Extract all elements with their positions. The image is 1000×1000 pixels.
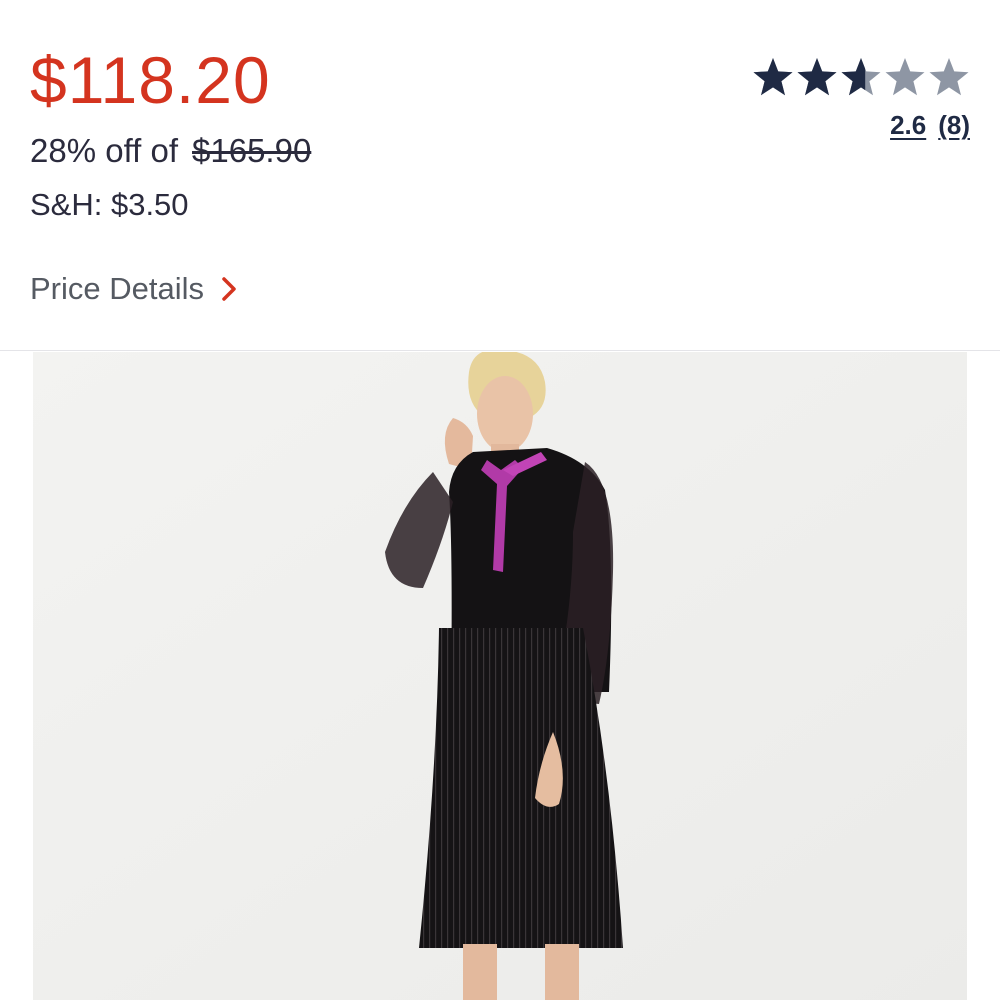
star-icon [753, 58, 793, 96]
review-count-link[interactable]: (8) [938, 110, 970, 141]
star-icon [841, 58, 881, 96]
star-rating [752, 56, 970, 98]
sale-price: $118.20 [30, 43, 271, 117]
section-divider [0, 350, 1000, 351]
chevron-right-icon [222, 277, 236, 301]
discount-line: 28% off of $165.90 [30, 128, 311, 174]
rating-value-link[interactable]: 2.6 [890, 110, 926, 141]
product-photo-illustration [33, 352, 967, 1000]
price-details-label: Price Details [30, 271, 204, 306]
original-price: $165.90 [192, 132, 312, 169]
product-image[interactable] [33, 352, 967, 1000]
star-icon [797, 58, 837, 96]
price-details-link[interactable]: Price Details [30, 266, 240, 312]
shipping-cost: S&H: $3.50 [30, 187, 189, 222]
star-icon [885, 58, 925, 96]
price-block: $118.20 [30, 40, 271, 120]
star-icon [929, 58, 969, 96]
rating-summary[interactable]: 2.6 (8) [752, 56, 970, 141]
discount-text: 28% off of [30, 132, 179, 169]
